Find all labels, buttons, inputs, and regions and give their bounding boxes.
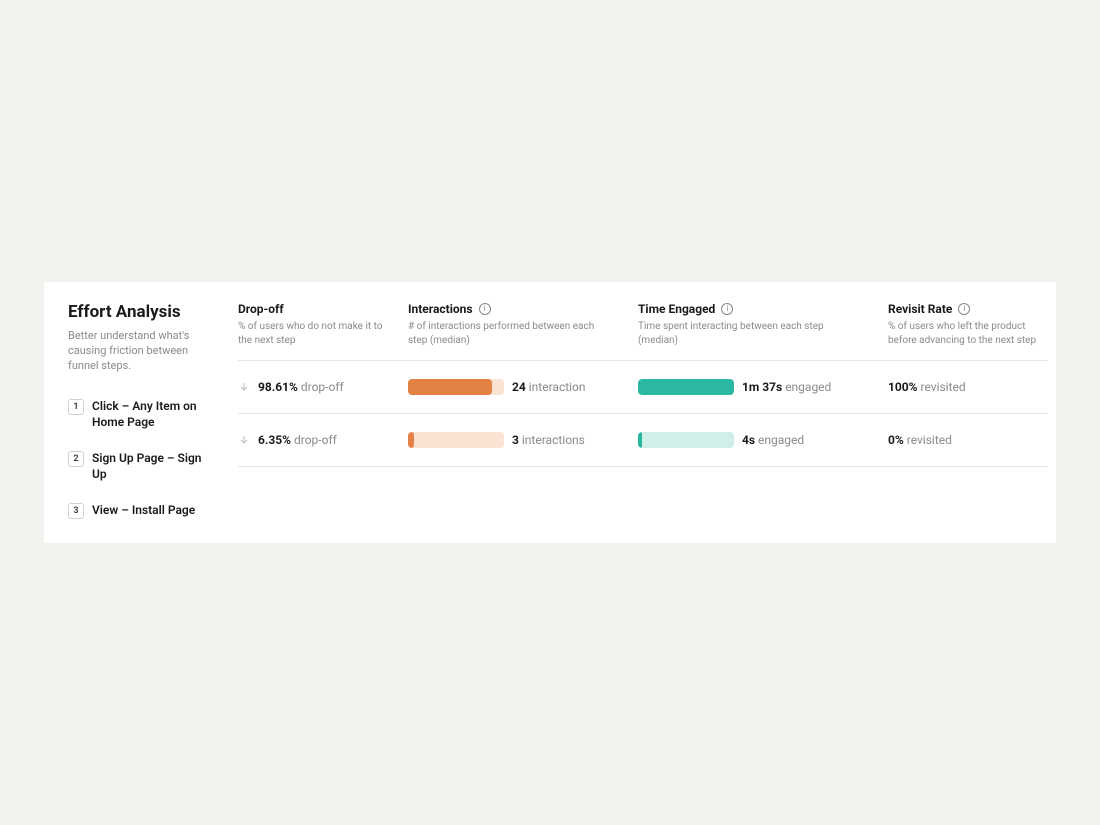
interactions-bar-fill	[408, 379, 492, 395]
column-description: # of interactions performed between each…	[408, 320, 608, 348]
arrow-down-icon	[238, 434, 250, 446]
dropoff-suffix: drop-off	[301, 380, 344, 394]
interactions-suffix: interactions	[522, 433, 585, 447]
column-title: Revisit Rate	[888, 302, 952, 316]
dropoff-cell: 98.61% drop-off	[238, 361, 398, 413]
column-description: % of users who left the product before a…	[888, 320, 1048, 348]
info-icon[interactable]: i	[721, 303, 733, 315]
dropoff-suffix: drop-off	[294, 433, 337, 447]
step-number-badge: 3	[68, 503, 84, 519]
revisit-suffix: revisited	[921, 380, 966, 394]
step-number-badge: 2	[68, 451, 84, 467]
step-label: View – Install Page	[92, 502, 195, 518]
time-bar-fill	[638, 379, 734, 395]
time-bar	[638, 379, 734, 395]
time-value: 4s	[742, 433, 755, 447]
column-header-revisit: Revisit Rate i % of users who left the p…	[888, 302, 1048, 360]
time-suffix: engaged	[785, 380, 831, 394]
step-label: Sign Up Page – Sign Up	[92, 450, 218, 482]
panel-subtitle: Better understand what's causing frictio…	[68, 328, 218, 374]
dropoff-value: 6.35%	[258, 433, 291, 447]
column-header-interactions: Interactions i # of interactions perform…	[408, 302, 628, 360]
arrow-down-icon	[238, 381, 250, 393]
info-icon[interactable]: i	[958, 303, 970, 315]
effort-analysis-card: Effort Analysis Better understand what's…	[44, 282, 1056, 544]
time-bar-fill	[638, 432, 642, 448]
column-description: Time spent interacting between each step…	[638, 320, 838, 348]
row-divider	[238, 466, 1048, 467]
left-column: Effort Analysis Better understand what's…	[68, 302, 218, 520]
column-description: % of users who do not make it to the nex…	[238, 320, 398, 348]
interactions-value: 3	[512, 433, 519, 447]
funnel-step[interactable]: 1 Click – Any Item on Home Page	[68, 398, 218, 430]
time-engaged-cell: 4s engaged	[638, 414, 878, 466]
column-header-time: Time Engaged i Time spent interacting be…	[638, 302, 878, 360]
revisit-value: 100%	[888, 380, 918, 394]
panel-title: Effort Analysis	[68, 302, 218, 322]
funnel-steps-list: 1 Click – Any Item on Home Page 2 Sign U…	[68, 398, 218, 520]
step-label: Click – Any Item on Home Page	[92, 398, 218, 430]
info-icon[interactable]: i	[479, 303, 491, 315]
interactions-cell: 3 interactions	[408, 414, 628, 466]
revisit-value: 0%	[888, 433, 904, 447]
revisit-cell: 100% revisited	[888, 361, 1048, 413]
column-title: Drop-off	[238, 302, 284, 316]
step-number-badge: 1	[68, 399, 84, 415]
column-title: Time Engaged	[638, 302, 715, 316]
column-header-dropoff: Drop-off % of users who do not make it t…	[238, 302, 398, 360]
time-bar	[638, 432, 734, 448]
interactions-suffix: interaction	[529, 380, 586, 394]
interactions-bar	[408, 379, 504, 395]
dropoff-cell: 6.35% drop-off	[238, 414, 398, 466]
metrics-grid: Drop-off % of users who do not make it t…	[238, 302, 1048, 520]
interactions-cell: 24 interaction	[408, 361, 628, 413]
funnel-step[interactable]: 2 Sign Up Page – Sign Up	[68, 450, 218, 482]
revisit-cell: 0% revisited	[888, 414, 1048, 466]
time-suffix: engaged	[758, 433, 804, 447]
time-engaged-cell: 1m 37s engaged	[638, 361, 878, 413]
column-title: Interactions	[408, 302, 473, 316]
interactions-bar	[408, 432, 504, 448]
funnel-step[interactable]: 3 View – Install Page	[68, 502, 218, 519]
interactions-bar-fill	[408, 432, 414, 448]
dropoff-value: 98.61%	[258, 380, 298, 394]
time-value: 1m 37s	[742, 380, 782, 394]
interactions-value: 24	[512, 380, 526, 394]
revisit-suffix: revisited	[907, 433, 952, 447]
